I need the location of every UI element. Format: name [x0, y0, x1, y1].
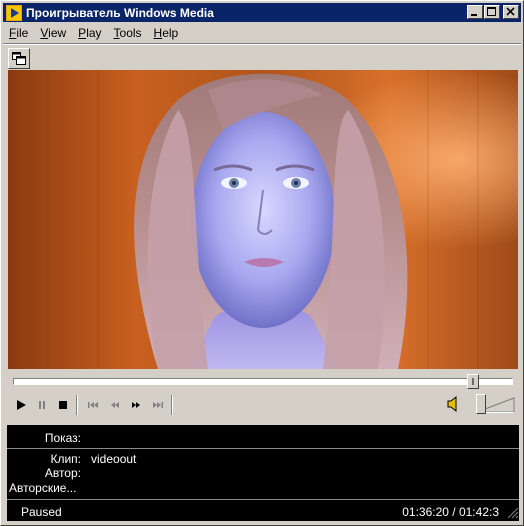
- copyright-label: Авторские...: [9, 481, 77, 495]
- controls-divider-2: [171, 395, 173, 415]
- mute-button[interactable]: [445, 395, 461, 413]
- skip-back-icon: [88, 402, 98, 408]
- resize-grip-icon: [507, 507, 519, 519]
- video-frame-image: [8, 70, 518, 369]
- menu-play[interactable]: Play: [72, 26, 107, 40]
- time-display: 01:36:20 / 01:42:3: [402, 505, 499, 519]
- status-text: Paused: [21, 505, 62, 519]
- previous-button[interactable]: [83, 395, 103, 415]
- seek-thumb-grip-icon: [472, 378, 474, 385]
- media-player-icon[interactable]: [6, 4, 22, 21]
- next-button[interactable]: [148, 395, 168, 415]
- stop-icon: [59, 401, 67, 409]
- close-icon: [506, 7, 515, 16]
- skip-forward-icon: [153, 402, 163, 408]
- clip-label: Клип:: [50, 452, 81, 466]
- show-label: Показ:: [44, 431, 81, 445]
- stop-button[interactable]: [53, 395, 73, 415]
- play-button[interactable]: [11, 395, 31, 415]
- controls-divider: [76, 395, 78, 415]
- compact-view-icon: [12, 52, 26, 65]
- rewind-icon: [111, 402, 119, 408]
- menu-file[interactable]: File: [3, 26, 34, 40]
- menu-view[interactable]: View: [34, 26, 72, 40]
- window-title: Проигрыватель Windows Media: [26, 5, 214, 20]
- rewind-button[interactable]: [105, 395, 125, 415]
- maximize-button[interactable]: [484, 5, 500, 19]
- maximize-icon: [487, 7, 496, 16]
- info-divider-top: [7, 448, 519, 449]
- fast-forward-button[interactable]: [126, 395, 146, 415]
- video-display[interactable]: [8, 70, 518, 369]
- media-player-window: Проигрыватель Windows Media File View Pl…: [0, 0, 524, 526]
- menu-help[interactable]: Help: [148, 26, 185, 40]
- pause-button[interactable]: [32, 395, 52, 415]
- close-button[interactable]: [503, 5, 519, 19]
- play-icon: [17, 400, 26, 410]
- seek-bar-track[interactable]: [13, 378, 513, 385]
- info-divider-bottom: [7, 499, 519, 500]
- seek-bar-thumb[interactable]: [466, 374, 479, 389]
- title-bar[interactable]: Проигрыватель Windows Media: [3, 3, 521, 22]
- minimize-button[interactable]: [467, 5, 483, 19]
- fast-forward-icon: [132, 402, 140, 408]
- speaker-icon: [447, 395, 457, 413]
- pause-icon: [39, 401, 45, 409]
- menu-tools[interactable]: Tools: [108, 26, 148, 40]
- author-label: Автор:: [44, 466, 81, 480]
- volume-slider-thumb[interactable]: [475, 394, 486, 414]
- menu-divider: [3, 43, 521, 45]
- minimize-icon: [471, 14, 477, 16]
- menu-bar: File View Play Tools Help: [3, 23, 521, 43]
- resize-grip[interactable]: [503, 503, 519, 519]
- view-toggle-button[interactable]: [8, 48, 30, 69]
- clip-value: videoout: [91, 452, 137, 466]
